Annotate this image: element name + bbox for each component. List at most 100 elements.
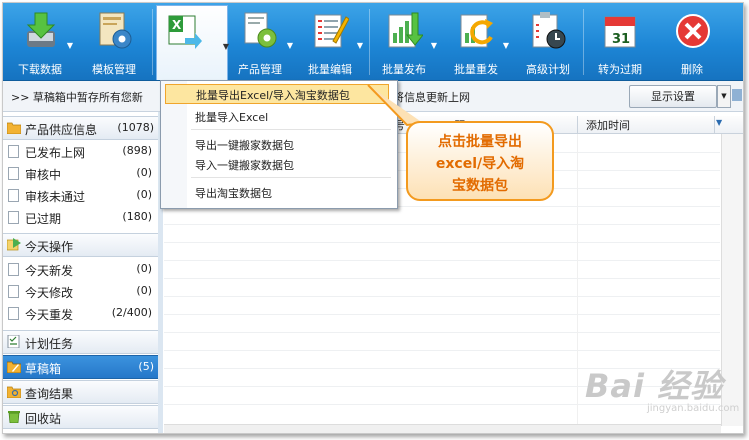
item-label: 今天新发 xyxy=(25,264,74,278)
doc-icon xyxy=(8,189,19,202)
item-count: (0) xyxy=(136,166,152,179)
template-manage-label: 模板管理 xyxy=(92,63,136,76)
table-row[interactable] xyxy=(164,296,720,297)
sidebar: 产品供应信息 (1078) 已发布上网 (898) 审核中 (0) 审核未通过 (0)… xyxy=(3,112,159,433)
sidebar-item-query-results[interactable]: 查询结果 xyxy=(3,380,158,404)
chevron-down-icon[interactable]: ▼ xyxy=(503,41,509,50)
item-label: 回收站 xyxy=(25,412,62,426)
delete-x-icon xyxy=(676,14,710,48)
callout-line-3: 宝数据包 xyxy=(452,178,508,194)
excel-import-export-button[interactable]: X ▼ xyxy=(156,5,229,80)
menu-item-batch-import-excel[interactable]: 批量导入Excel xyxy=(195,109,268,125)
callout-line-1: 点击批量导出 xyxy=(438,134,522,150)
vertical-scrollbar[interactable] xyxy=(721,134,743,426)
table-row[interactable] xyxy=(164,350,720,351)
mark-expired-label: 转为过期 xyxy=(598,63,642,76)
instruction-callout: 点击批量导出 excel/导入淘 宝数据包 xyxy=(406,121,554,201)
horizontal-scrollbar[interactable] xyxy=(164,424,721,433)
republish-icon xyxy=(460,14,493,48)
sort-arrow-icon[interactable]: ▼ xyxy=(716,118,722,127)
template-manage-button[interactable]: 模板管理 xyxy=(83,5,145,78)
column-header-add-time[interactable]: 添加时间 xyxy=(586,117,630,133)
today-arrow-icon xyxy=(7,238,21,251)
item-label: 查询结果 xyxy=(25,387,74,401)
batch-edit-button[interactable]: ▼ 批量编辑 xyxy=(299,5,363,78)
item-label: 今天修改 xyxy=(25,286,74,300)
table-row[interactable] xyxy=(164,314,720,315)
baidu-watermark: Bai 经验 xyxy=(585,367,724,405)
item-label: 草稿箱 xyxy=(25,362,62,376)
sidebar-item-today-modified[interactable]: 今天修改 (0) xyxy=(3,280,158,302)
chevron-down-icon[interactable]: ▼ xyxy=(67,41,73,50)
doc-icon xyxy=(8,211,19,224)
sidebar-item-reviewing[interactable]: 审核中 (0) xyxy=(3,162,158,184)
chevron-down-icon[interactable]: ▼ xyxy=(431,41,437,50)
table-row[interactable] xyxy=(164,242,720,243)
table-row[interactable] xyxy=(164,260,720,261)
batch-edit-label: 批量编辑 xyxy=(308,63,352,76)
product-manage-button[interactable]: ▼ 产品管理 xyxy=(229,5,293,78)
item-count: (0) xyxy=(136,188,152,201)
sidebar-item-scheduled-tasks[interactable]: 计划任务 xyxy=(3,330,158,354)
checklist-icon xyxy=(7,335,20,348)
grid-view-icon[interactable] xyxy=(732,89,742,101)
menu-item-export-moving-package[interactable]: 导出一键搬家数据包 xyxy=(195,137,294,153)
item-label: 审核中 xyxy=(25,168,62,182)
menu-item-label: 批量导出Excel/导入淘宝数据包 xyxy=(196,89,350,102)
table-row[interactable] xyxy=(164,224,720,225)
sidebar-item-today-new[interactable]: 今天新发 (0) xyxy=(3,258,158,280)
sidebar-group-today[interactable]: 今天操作 xyxy=(3,233,158,257)
table-row[interactable] xyxy=(164,278,720,279)
callout-line-2: excel/导入淘 xyxy=(435,156,525,172)
menu-separator xyxy=(191,129,391,130)
item-count: (180) xyxy=(122,210,152,223)
display-settings-button[interactable]: 显示设置 xyxy=(629,85,717,108)
download-data-button[interactable]: ▼ 下载数据 xyxy=(9,5,73,78)
item-label: 审核未通过 xyxy=(25,190,86,204)
chevron-down-icon: ▼ xyxy=(721,92,727,100)
menu-item-batch-export-excel[interactable]: 批量导出Excel/导入淘宝数据包 xyxy=(165,84,389,104)
doc-icon xyxy=(8,145,19,158)
chevron-down-icon[interactable]: ▼ xyxy=(287,41,293,50)
svg-text:X: X xyxy=(172,18,182,32)
download-icon xyxy=(26,12,56,47)
clock-clipboard-icon xyxy=(532,12,566,49)
sidebar-item-today-republished[interactable]: 今天重发 (2/400) xyxy=(3,302,158,324)
delete-label: 删除 xyxy=(681,63,703,76)
download-data-label: 下载数据 xyxy=(18,63,62,76)
sidebar-item-expired[interactable]: 已过期 (180) xyxy=(3,206,158,228)
display-settings-dropdown[interactable]: ▼ xyxy=(717,85,731,108)
menu-item-import-moving-package[interactable]: 导入一键搬家数据包 xyxy=(195,157,294,173)
batch-publish-button[interactable]: ▼ 批量发布 xyxy=(373,5,437,78)
item-label: 已发布上网 xyxy=(25,146,86,160)
edit-checklist-icon xyxy=(314,14,349,48)
sidebar-item-published[interactable]: 已发布上网 (898) xyxy=(3,140,158,162)
item-count: (5) xyxy=(138,360,154,373)
product-gear-icon xyxy=(244,12,277,48)
toolbar-divider xyxy=(152,9,153,75)
table-row[interactable] xyxy=(164,332,720,333)
sidebar-item-rejected[interactable]: 审核未通过 (0) xyxy=(3,184,158,206)
doc-icon xyxy=(8,263,19,276)
advanced-plan-label: 高级计划 xyxy=(526,63,570,76)
chevron-down-icon[interactable]: ▼ xyxy=(357,41,363,50)
drafts-folder-icon xyxy=(7,361,21,373)
mark-expired-button[interactable]: 31 转为过期 xyxy=(589,5,651,78)
sidebar-item-drafts[interactable]: 草稿箱 (5) xyxy=(3,355,158,379)
doc-icon xyxy=(8,167,19,180)
app-window: ▼ 下载数据 模板管理 X ▼ ▼ 产品管理 ▼ 批量编辑 ▼ 批量发布 ▼ 批… xyxy=(2,2,744,434)
group-count: (1078) xyxy=(117,121,154,134)
batch-republish-button[interactable]: ▼ 批量重发 xyxy=(445,5,509,78)
delete-button[interactable]: 删除 xyxy=(661,5,723,78)
search-folder-icon xyxy=(7,386,21,398)
column-divider xyxy=(714,116,715,133)
doc-icon xyxy=(8,285,19,298)
item-count: (898) xyxy=(122,144,152,157)
item-label: 计划任务 xyxy=(25,337,74,351)
calendar-day-text: 31 xyxy=(612,32,630,47)
sidebar-item-recycle-bin[interactable]: 回收站 xyxy=(3,405,158,429)
menu-item-export-taobao-package[interactable]: 导出淘宝数据包 xyxy=(195,185,272,201)
item-count: (2/400) xyxy=(111,306,152,319)
advanced-plan-button[interactable]: 高级计划 xyxy=(517,5,579,78)
sidebar-group-supply[interactable]: 产品供应信息 (1078) xyxy=(3,116,158,140)
